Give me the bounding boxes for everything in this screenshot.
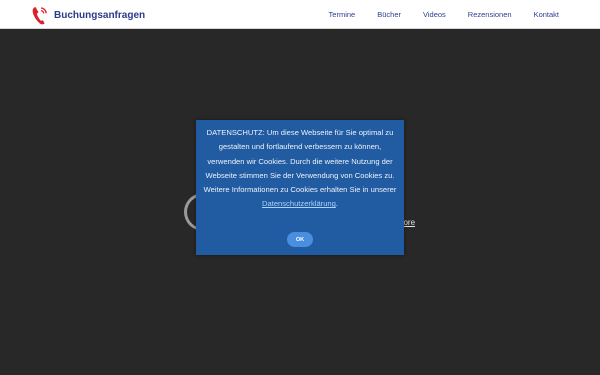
nav-link-termine[interactable]: Termine [329, 10, 356, 19]
nav-link-rezensionen[interactable]: Rezensionen [468, 10, 512, 19]
nav-link-videos[interactable]: Videos [423, 10, 446, 19]
cookie-ok-button[interactable]: OK [287, 232, 313, 247]
cookie-consent-dialog: DATENSCHUTZ: Um diese Webseite für Sie o… [196, 120, 404, 255]
nav-link-kontakt[interactable]: Kontakt [534, 10, 559, 19]
cookie-notice-body: DATENSCHUTZ: Um diese Webseite für Sie o… [203, 128, 397, 195]
top-navbar: Buchungsanfragen Termine Bücher Videos R… [0, 0, 600, 29]
cookie-notice-end: . [335, 199, 338, 209]
privacy-policy-link[interactable]: Datenschutzerklärung [262, 199, 336, 208]
brand-name: Buchungsanfragen [54, 9, 146, 21]
main-nav: Termine Bücher Videos Rezensionen Kontak… [329, 0, 559, 29]
nav-link-buecher[interactable]: Bücher [377, 10, 401, 19]
cookie-notice-text: DATENSCHUTZ: Um diese Webseite für Sie o… [202, 126, 398, 212]
brand-logo-link[interactable]: Buchungsanfragen [30, 4, 145, 26]
phone-icon [30, 5, 49, 26]
